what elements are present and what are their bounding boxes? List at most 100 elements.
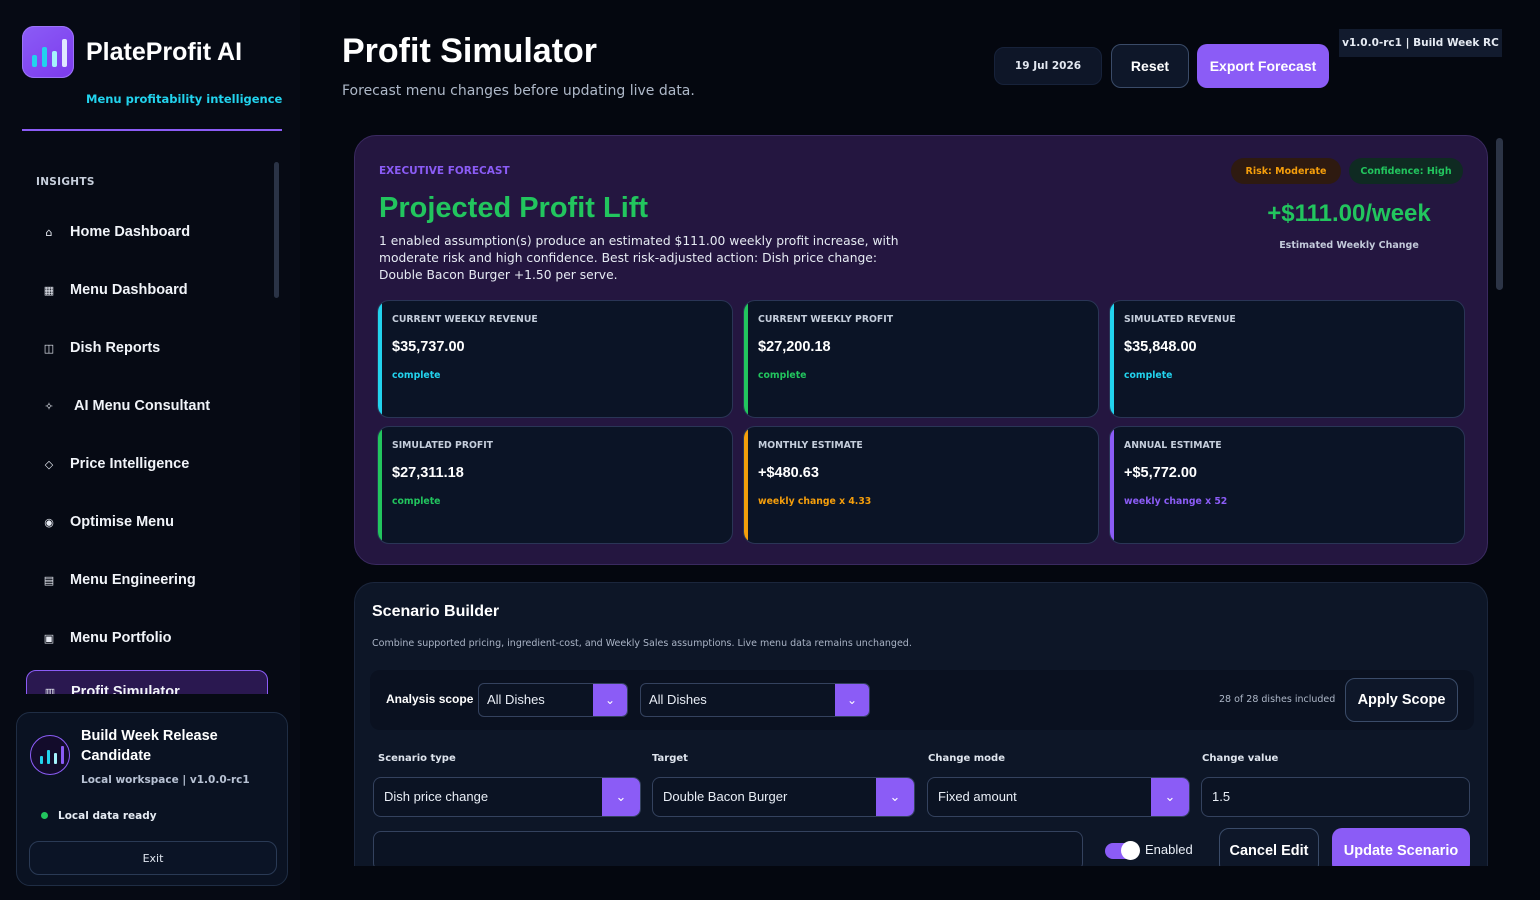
metric-card-annual-estimate: ANNUAL ESTIMATE +$5,772.00 weekly change…: [1109, 426, 1465, 544]
metric-value: $27,200.18: [758, 339, 831, 355]
select-value: Double Bacon Burger: [663, 789, 788, 804]
executive-forecast-panel: EXECUTIVE FORECAST Risk: Moderate Confid…: [354, 135, 1488, 565]
sidebar-item-label: Optimise Menu: [70, 514, 174, 530]
reset-button[interactable]: Reset: [1111, 44, 1189, 88]
sidebar-scrollbar[interactable]: [274, 162, 279, 298]
target-icon: ◉: [44, 515, 54, 529]
sidebar-item-label: Menu Portfolio: [70, 630, 172, 646]
scope-secondary-select[interactable]: All Dishes ⌄: [640, 683, 870, 717]
release-card: Build Week Release Candidate Local works…: [16, 712, 288, 886]
dashboard-icon: ▦: [43, 283, 55, 297]
change-value-input[interactable]: 1.5: [1201, 777, 1470, 817]
scope-primary-select[interactable]: All Dishes ⌄: [478, 683, 628, 717]
chevron-down-icon[interactable]: ⌄: [1151, 778, 1189, 816]
scenario-type-select[interactable]: Dish price change ⌄: [373, 777, 641, 817]
weekly-change-value: +$111.00/week: [1267, 200, 1431, 227]
enabled-toggle[interactable]: [1105, 841, 1140, 860]
metric-value: +$5,772.00: [1124, 465, 1197, 481]
export-forecast-button[interactable]: Export Forecast: [1197, 44, 1329, 88]
weekly-change-label: Estimated Weekly Change: [1279, 240, 1419, 251]
select-value: All Dishes: [649, 692, 707, 707]
exit-button[interactable]: Exit: [29, 841, 277, 875]
diamond-icon: ◇: [44, 457, 54, 471]
page-subtitle: Forecast menu changes before updating li…: [342, 83, 695, 99]
metric-card-simulated-revenue: SIMULATED REVENUE $35,848.00 complete: [1109, 300, 1465, 418]
status-dot-icon: [41, 812, 48, 819]
metric-label: SIMULATED REVENUE: [1124, 314, 1236, 325]
metric-accent: [378, 301, 382, 417]
sidebar-nav: ⌂ Home Dashboard ▦ Menu Dashboard ◫ Dish…: [26, 204, 270, 694]
select-value: All Dishes: [487, 692, 545, 707]
sidebar-item-dish-reports[interactable]: ◫ Dish Reports: [26, 326, 268, 370]
builder-subtitle: Combine supported pricing, ingredient-co…: [372, 638, 912, 649]
sidebar-item-label: Home Dashboard: [70, 224, 191, 240]
brand-name: PlateProfit AI: [86, 37, 243, 66]
chevron-down-icon[interactable]: ⌄: [593, 684, 627, 716]
metric-label: CURRENT WEEKLY REVENUE: [392, 314, 538, 325]
main-scrollbar[interactable]: [1496, 138, 1503, 290]
select-value: Fixed amount: [938, 789, 1017, 804]
sidebar-item-label: Price Intelligence: [70, 456, 190, 472]
sidebar-item-label: Profit Simulator: [71, 684, 180, 694]
chevron-down-icon[interactable]: ⌄: [876, 778, 914, 816]
sidebar-item-menu-engineering[interactable]: ▤ Menu Engineering: [26, 558, 268, 602]
grid-icon: ▤: [43, 573, 55, 587]
change-mode-select[interactable]: Fixed amount ⌄: [927, 777, 1190, 817]
chevron-down-icon[interactable]: ⌄: [602, 778, 640, 816]
change-value-label: Change value: [1202, 753, 1279, 764]
sidebar-item-home-dashboard[interactable]: ⌂ Home Dashboard: [26, 210, 268, 254]
brand[interactable]: PlateProfit AI: [22, 26, 242, 78]
metric-label: SIMULATED PROFIT: [392, 440, 494, 451]
sidebar-item-label: Dish Reports: [70, 340, 161, 356]
chevron-down-icon[interactable]: ⌄: [835, 684, 869, 716]
metric-accent: [744, 427, 748, 543]
sidebar-item-price-intelligence[interactable]: ◇ Price Intelligence: [26, 442, 268, 486]
bar-chart-logo-icon: [22, 26, 74, 78]
viewport-bottom-edge: [300, 866, 1540, 900]
sidebar-item-label: AI Menu Consultant: [74, 398, 211, 414]
toggle-knob: [1121, 841, 1140, 860]
metric-note: complete: [392, 496, 441, 507]
apply-scope-button[interactable]: Apply Scope: [1345, 678, 1458, 722]
dishes-included-count: 28 of 28 dishes included: [1219, 694, 1336, 705]
metric-note: complete: [1124, 370, 1173, 381]
sidebar-item-ai-menu-consultant[interactable]: ✧ AI Menu Consultant: [26, 384, 268, 428]
sidebar-item-label: Menu Engineering: [70, 572, 196, 588]
report-icon: ◫: [43, 341, 55, 355]
analysis-scope-bar: Analysis scope All Dishes ⌄ All Dishes ⌄…: [370, 670, 1474, 730]
sidebar-item-menu-portfolio[interactable]: ▣ Menu Portfolio: [26, 616, 268, 660]
metric-note: weekly change x 4.33: [758, 496, 872, 507]
metric-value: $27,311.18: [392, 465, 464, 481]
sidebar-item-menu-dashboard[interactable]: ▦ Menu Dashboard: [26, 268, 268, 312]
brand-tagline: Menu profitability intelligence: [86, 92, 283, 106]
metric-note: weekly change x 52: [1124, 496, 1228, 507]
select-value: Dish price change: [384, 789, 489, 804]
metric-label: CURRENT WEEKLY PROFIT: [758, 314, 894, 325]
metric-value: $35,737.00: [392, 339, 465, 355]
metric-note: complete: [758, 370, 807, 381]
scenario-type-label: Scenario type: [378, 753, 456, 764]
target-select[interactable]: Double Bacon Burger ⌄: [652, 777, 915, 817]
sidebar-item-profit-simulator[interactable]: ▥ Profit Simulator: [26, 670, 268, 694]
version-badge: v1.0.0-rc1 | Build Week RC: [1339, 29, 1502, 57]
metric-accent: [744, 301, 748, 417]
metric-card-current-profit: CURRENT WEEKLY PROFIT $27,200.18 complet…: [743, 300, 1099, 418]
date-chip: 19 Jul 2026: [994, 47, 1102, 85]
metric-note: complete: [392, 370, 441, 381]
sidebar-item-optimise-menu[interactable]: ◉ Optimise Menu: [26, 500, 268, 544]
forecast-headline: Projected Profit Lift: [379, 192, 649, 224]
scenario-builder-panel: Scenario Builder Combine supported prici…: [354, 582, 1488, 882]
metric-accent: [378, 427, 382, 543]
forecast-description: 1 enabled assumption(s) produce an estim…: [379, 234, 899, 282]
input-value: 1.5: [1212, 789, 1231, 804]
release-subtitle: Local workspace | v1.0.0-rc1: [81, 774, 250, 786]
metric-value: +$480.63: [758, 465, 819, 481]
metric-accent: [1110, 427, 1114, 543]
metric-card-monthly-estimate: MONTHLY ESTIMATE +$480.63 weekly change …: [743, 426, 1099, 544]
portfolio-icon: ▣: [43, 631, 55, 645]
analysis-scope-label: Analysis scope: [386, 692, 474, 706]
sparkle-icon: ✧: [44, 399, 54, 413]
metric-label: ANNUAL ESTIMATE: [1124, 440, 1222, 451]
change-mode-label: Change mode: [928, 753, 1005, 764]
scenario-notes-input[interactable]: [373, 831, 1083, 871]
